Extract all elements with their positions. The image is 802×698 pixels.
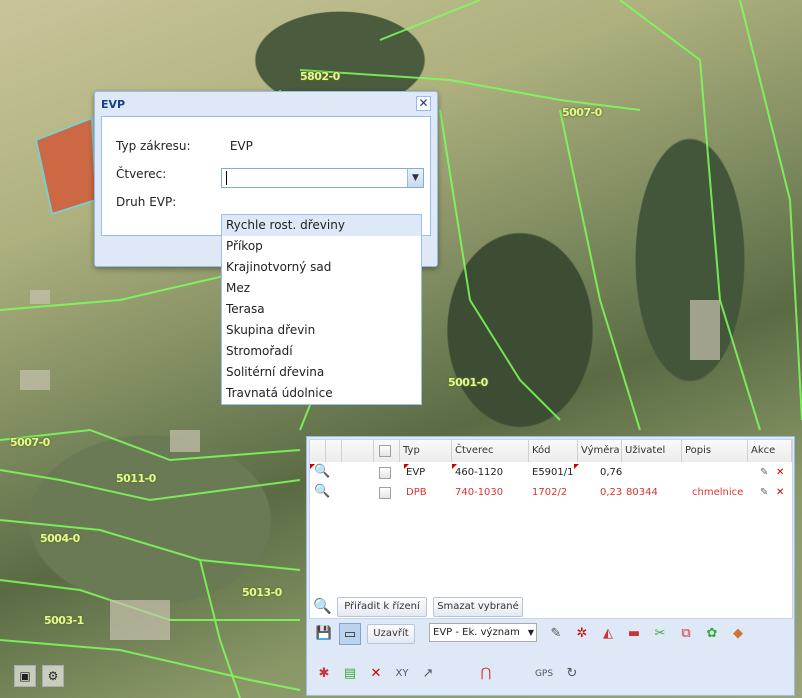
edit-icon[interactable]: ✎: [760, 487, 768, 498]
layer-select[interactable]: EVP - Ek. význam ▼: [429, 623, 537, 642]
text-caret: [226, 171, 227, 185]
pencil-icon[interactable]: ✎: [545, 623, 567, 645]
polygon-icon[interactable]: ◭: [597, 623, 619, 645]
fill-icon[interactable]: ▤: [339, 663, 361, 685]
cell-typ: DPB: [406, 487, 427, 498]
dialog-title: EVP: [101, 98, 126, 111]
layers-icon[interactable]: ▣: [14, 665, 36, 687]
select-all-column: [374, 440, 400, 462]
dropdown-option[interactable]: Solitérní dřevina: [222, 362, 421, 383]
area-icon[interactable]: ◆: [727, 623, 749, 645]
parcel-label: 5004-0: [40, 532, 80, 545]
remove-polygon-icon[interactable]: ✱: [313, 663, 335, 685]
parcel-label: 5007-0: [10, 436, 50, 449]
row-checkbox[interactable]: [379, 487, 391, 499]
arrow-icon[interactable]: ↗: [417, 663, 439, 685]
column-header-popis[interactable]: Popis: [682, 440, 748, 462]
cut-icon[interactable]: ✂: [649, 623, 671, 645]
dropdown-option[interactable]: Skupina dřevin: [222, 320, 421, 341]
delete-icon[interactable]: ✕: [776, 467, 784, 478]
dropdown-option[interactable]: Příkop: [222, 236, 421, 257]
cell-ctverec: 740-1030: [455, 487, 504, 498]
close-icon[interactable]: ✕: [416, 96, 431, 111]
column-header-ctverec[interactable]: Čtverec: [452, 440, 529, 462]
field-value: EVP: [229, 139, 253, 153]
highlighted-parcel[interactable]: [34, 116, 98, 216]
column-header-vymera[interactable]: Výměra: [578, 440, 622, 462]
field-label: Typ zákresu:: [116, 139, 191, 153]
dropdown-option[interactable]: Krajinotvorný sad: [222, 257, 421, 278]
dropdown-option[interactable]: Travnatá údolnice: [222, 383, 421, 404]
chevron-down-icon: ▼: [527, 628, 534, 637]
refresh-icon[interactable]: ↻: [561, 663, 583, 685]
grid-header-cell: [326, 440, 342, 462]
xy-input-icon[interactable]: XY: [391, 663, 413, 685]
magnet-icon[interactable]: ⋂: [475, 663, 497, 685]
dropdown-option[interactable]: Rychle rost. dřeviny: [222, 215, 421, 236]
merge-icon[interactable]: ⧉: [675, 623, 697, 645]
parcel-label: 5013-0: [242, 586, 282, 599]
grid-header-cell: [342, 440, 374, 462]
field-label: Druh EVP:: [116, 195, 177, 209]
chevron-down-icon[interactable]: ▼: [407, 169, 423, 187]
window-icon[interactable]: ▭: [339, 623, 361, 645]
column-header-uzivatel[interactable]: Uživatel: [622, 440, 682, 462]
field-druh-evp: Druh EVP:: [116, 195, 226, 209]
parcel-label: 5007-0: [562, 106, 602, 119]
cell-typ: EVP: [406, 467, 426, 478]
save-icon[interactable]: 💾: [313, 623, 335, 645]
row-checkbox[interactable]: [379, 467, 391, 479]
column-header-typ[interactable]: Typ: [400, 440, 452, 462]
field-label: Čtverec:: [116, 167, 167, 181]
parcel-label: 5011-0: [116, 472, 156, 485]
gps-icon[interactable]: GPS: [533, 663, 555, 685]
parcel-label: 5802-0: [300, 70, 340, 83]
select-all-checkbox[interactable]: [379, 445, 391, 457]
layer-select-value: EVP - Ek. význam: [433, 627, 520, 638]
cell-vymera: 0,23: [600, 487, 623, 498]
parcel-label: 5003-1: [44, 614, 84, 627]
delete-icon[interactable]: ✕: [776, 487, 784, 498]
search-icon[interactable]: 🔍: [313, 597, 332, 615]
grid-header-cell: [310, 440, 326, 462]
assign-to-proceeding-button[interactable]: Přiřadit k řízení: [337, 597, 427, 617]
delete-vertex-icon[interactable]: ✲: [571, 623, 593, 645]
cell-kod: 1702/2: [532, 487, 568, 498]
settings-icon[interactable]: ⚙: [42, 665, 64, 687]
results-grid: Typ Čtverec Kód Výměra Uživatel Popis Ak…: [309, 439, 793, 619]
dropdown-option[interactable]: Terasa: [222, 299, 421, 320]
parcel-label: 5001-0: [448, 376, 488, 389]
close-button[interactable]: Uzavřít: [367, 624, 415, 644]
dropdown-option[interactable]: Stromořadí: [222, 341, 421, 362]
cancel-icon[interactable]: ✕: [365, 663, 387, 685]
cell-vymera: 0,76: [600, 467, 623, 478]
druh-evp-combobox[interactable]: ▼: [221, 168, 424, 188]
cell-ctverec: 460-1120: [455, 467, 504, 478]
table-row[interactable]: 🔍 EVP 460-1120 E5901/1 0,76 ✎ ✕: [310, 464, 792, 483]
zoom-to-icon[interactable]: 🔍: [314, 484, 330, 499]
cell-popis: chmelnice: [692, 487, 744, 498]
table-row[interactable]: 🔍 DPB 740-1030 1702/2 0,23 80344 chmelni…: [310, 484, 792, 503]
druh-evp-dropdown[interactable]: Rychle rost. dřeviny Příkop Krajinotvorn…: [221, 214, 422, 405]
cell-uzivatel: 80344: [626, 487, 658, 498]
edit-icon[interactable]: ✎: [760, 467, 768, 478]
results-panel: Typ Čtverec Kód Výměra Uživatel Popis Ak…: [306, 436, 795, 696]
field-typ-zakresu: Typ zákresu: EVP: [116, 139, 253, 153]
column-header-kod[interactable]: Kód: [529, 440, 578, 462]
cell-kod: E5901/1: [532, 467, 574, 478]
dropdown-option[interactable]: Mez: [222, 278, 421, 299]
zoom-to-icon[interactable]: 🔍: [314, 464, 330, 479]
plant-icon[interactable]: ✿: [701, 623, 723, 645]
delete-selected-button[interactable]: Smazat vybrané: [433, 597, 523, 617]
split-icon[interactable]: ▬: [623, 623, 645, 645]
column-header-akce[interactable]: Akce: [748, 440, 792, 462]
